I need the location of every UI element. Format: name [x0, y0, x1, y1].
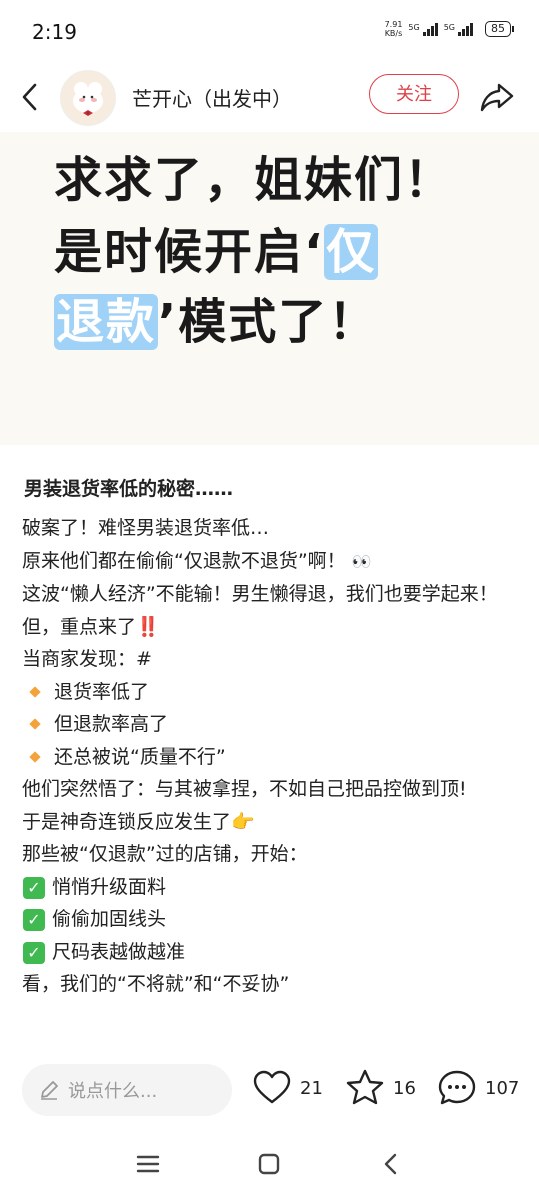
- chevron-left-icon: [384, 1153, 397, 1175]
- share-button[interactable]: [478, 78, 516, 116]
- check-item: ✓ 悄悄升级面料: [22, 871, 517, 904]
- paragraph: 那些被“仅退款”过的店铺，开始：: [22, 843, 308, 865]
- collect-button[interactable]: 16: [345, 1068, 416, 1108]
- comment-placeholder: 说点什么...: [68, 1081, 158, 1102]
- check-icon: ✓: [23, 876, 45, 899]
- comment-input[interactable]: 说点什么...: [22, 1064, 232, 1116]
- check-icon: ✓: [23, 909, 45, 931]
- system-back-button[interactable]: [377, 1150, 405, 1178]
- paragraph: 看，我们的“不将就”和“不妥协”: [22, 973, 290, 995]
- home-button[interactable]: [255, 1150, 283, 1178]
- author-name[interactable]: 芒开心（出发中）: [132, 83, 292, 112]
- check-item: ✓ 尺码表越做越准: [22, 936, 517, 969]
- author-avatar[interactable]: [60, 70, 116, 126]
- network-speed: 7.91 KB/s: [384, 20, 403, 38]
- pencil-icon: [41, 1081, 58, 1100]
- paragraph: 这波“懒人经济”不能输！男生懒得退，我们也要学起来！: [22, 583, 498, 605]
- note-body: 破案了！难怪男装退货率低… 原来他们都在偷偷“仅退款不退货”啊！ 👀 这波“懒人…: [22, 512, 517, 1047]
- home-square-icon: [258, 1153, 280, 1175]
- star-icon: [346, 1069, 384, 1105]
- comment-button[interactable]: 107: [437, 1068, 519, 1108]
- cover-line-2: 是时候开启‘仅: [54, 224, 379, 280]
- chevron-left-icon: [22, 83, 37, 111]
- bullet-item: 退货率低了: [22, 676, 517, 709]
- note-cover-image[interactable]: 求求了，姐妹们！ 是时候开启‘仅 退款’模式了！: [0, 132, 539, 445]
- bullet-item: 还总被说“质量不行”: [22, 741, 517, 774]
- paragraph: 他们突然悟了：与其被拿捏，不如自己把品控做到顶!: [22, 778, 467, 800]
- follow-button[interactable]: 关注: [369, 74, 459, 114]
- bullet-item: 但退款率高了: [22, 708, 517, 741]
- signal-icon-2: 5G: [444, 22, 473, 36]
- battery-icon: 85: [485, 21, 514, 37]
- cover-line-3: 退款’模式了！: [54, 294, 379, 350]
- pointing-hand-icon: 👉: [231, 810, 255, 833]
- status-bar: 2:19 7.91 KB/s 5G 5G 85: [0, 0, 539, 62]
- double-exclamation-icon: ‼️: [136, 615, 160, 638]
- share-icon: [480, 83, 514, 112]
- status-time: 2:19: [32, 20, 77, 44]
- heart-icon: [253, 1070, 291, 1104]
- collect-count: 16: [393, 1077, 416, 1099]
- back-button[interactable]: [14, 80, 48, 114]
- like-button[interactable]: 21: [252, 1068, 323, 1108]
- top-nav: 芒开心（出发中） 关注: [0, 62, 539, 132]
- bottom-action-bar: 说点什么... 21 16 107: [0, 1052, 539, 1128]
- like-count: 21: [300, 1077, 323, 1099]
- check-icon: ✓: [23, 941, 45, 964]
- paragraph: 当商家发现：#: [22, 648, 152, 670]
- eyes-emoji-icon: 👀: [351, 551, 372, 571]
- avatar-illustration: [61, 71, 115, 125]
- note-title: 男装退货率低的秘密……: [24, 478, 234, 500]
- paragraph: 但，重点来了‼️: [22, 615, 160, 638]
- comment-count: 107: [485, 1077, 520, 1099]
- comment-bubble-icon: [438, 1070, 476, 1105]
- cover-line-1: 求求了，姐妹们！: [54, 152, 455, 208]
- system-nav-bar: [0, 1128, 539, 1199]
- paragraph: 于是神奇连锁反应发生了👉: [22, 810, 255, 833]
- paragraph: 破案了！难怪男装退货率低…: [22, 517, 270, 539]
- status-indicators: 7.91 KB/s 5G 5G 85: [384, 20, 514, 38]
- signal-icon: 5G: [408, 22, 438, 36]
- check-item: ✓ 偷偷加固线头: [22, 903, 517, 936]
- menu-icon: [136, 1155, 160, 1173]
- menu-button[interactable]: [134, 1150, 162, 1178]
- paragraph: 原来他们都在偷偷“仅退款不退货”啊！ 👀: [22, 545, 517, 579]
